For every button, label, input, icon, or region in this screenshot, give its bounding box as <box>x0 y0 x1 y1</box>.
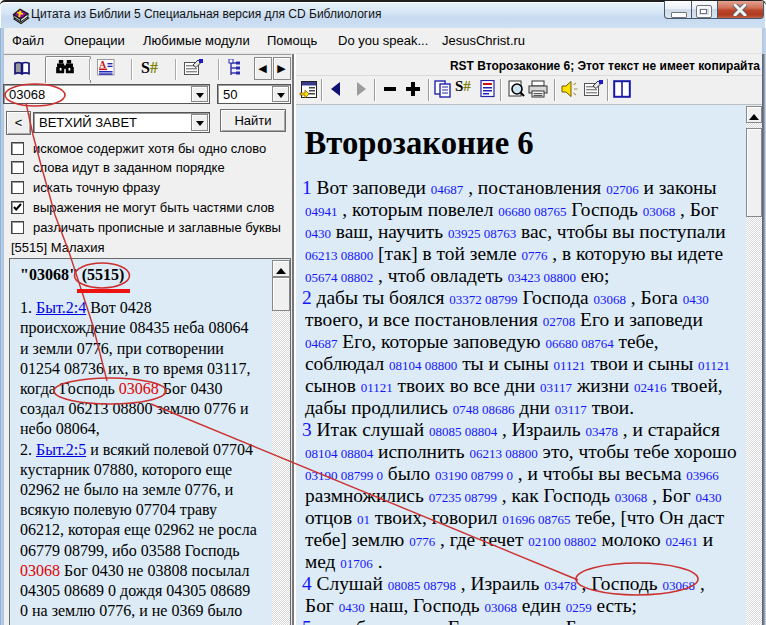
svg-text:A: A <box>99 59 107 70</box>
